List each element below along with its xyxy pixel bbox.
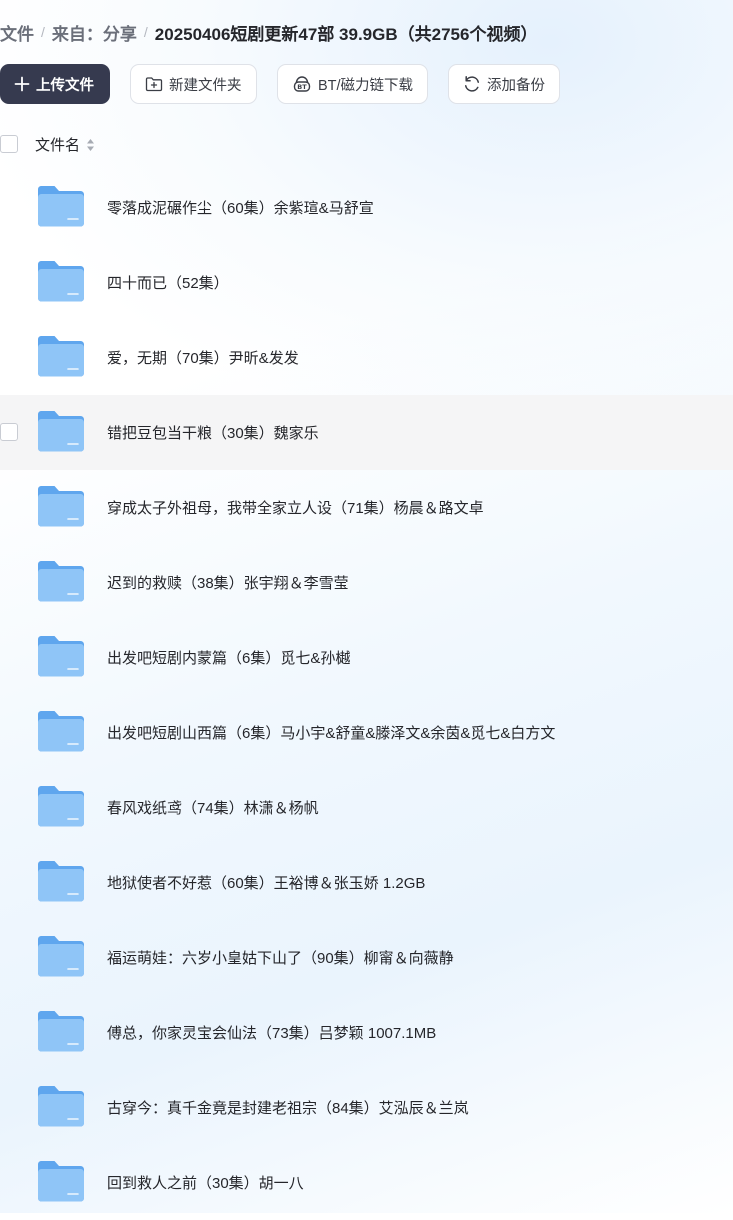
file-row[interactable]: 爱，无期（70集）尹昕&发发 <box>0 320 733 395</box>
breadcrumb: 文件 / 来自：分享 / 20250406短剧更新47部 39.9GB（共275… <box>0 19 537 45</box>
folder-icon <box>38 260 84 302</box>
file-name: 古穿今：真千金竟是封建老祖宗（84集）艾泓辰＆兰岚 <box>107 1100 469 1117</box>
file-row[interactable]: 地狱使者不好惹（60集）王裕博＆张玉娇 1.2GB <box>0 845 733 920</box>
upload-file-button[interactable]: 上传文件 <box>0 64 110 104</box>
breadcrumb-root-link[interactable]: 文件 <box>0 20 34 45</box>
file-name: 零落成泥碾作尘（60集）余紫瑄&马舒宣 <box>107 200 374 217</box>
file-row[interactable]: 穿成太子外祖母，我带全家立人设（71集）杨晨＆路文卓 <box>0 470 733 545</box>
folder-icon <box>38 635 84 677</box>
file-name: 福运萌娃：六岁小皇姑下山了（90集）柳甯＆向薇静 <box>107 950 454 967</box>
add-backup-label: 添加备份 <box>487 77 545 94</box>
file-list: 零落成泥碾作尘（60集）余紫瑄&马舒宣 四十而已（52集） 爱，无期（70集）尹… <box>0 170 733 1220</box>
folder-icon <box>38 1010 84 1052</box>
file-name: 爱，无期（70集）尹昕&发发 <box>107 350 299 367</box>
file-name: 傅总，你家灵宝会仙法（73集）吕梦颖 1007.1MB <box>107 1025 437 1042</box>
file-row[interactable]: 傅总，你家灵宝会仙法（73集）吕梦颖 1007.1MB <box>0 995 733 1070</box>
bt-magnet-download-button[interactable]: BT BT/磁力链下载 <box>277 64 428 104</box>
file-row[interactable]: 错把豆包当干粮（30集）魏家乐 <box>0 395 733 470</box>
breadcrumb-current-folder: 20250406短剧更新47部 39.9GB（共2756个视频） <box>154 24 538 44</box>
add-backup-button[interactable]: 添加备份 <box>448 64 560 104</box>
name-column-label: 文件名 <box>35 137 81 154</box>
row-checkbox[interactable] <box>0 423 18 441</box>
bt-icon: BT <box>292 75 312 93</box>
file-row[interactable]: 福运萌娃：六岁小皇姑下山了（90集）柳甯＆向薇静 <box>0 920 733 995</box>
file-row[interactable]: 古穿今：真千金竟是封建老祖宗（84集）艾泓辰＆兰岚 <box>0 1070 733 1145</box>
folder-icon <box>38 785 84 827</box>
sync-icon <box>463 75 481 93</box>
plus-icon <box>14 76 30 92</box>
toolbar: 上传文件 新建文件夹 BT BT/磁力链下载 添加备份 <box>0 64 560 104</box>
file-name: 出发吧短剧山西篇（6集）马小宇&舒童&滕泽文&余茵&觅七&白方文 <box>107 725 556 742</box>
file-name: 出发吧短剧内蒙篇（6集）觅七&孙樾 <box>107 650 351 667</box>
folder-icon <box>38 860 84 902</box>
new-folder-label: 新建文件夹 <box>169 77 242 94</box>
file-name: 穿成太子外祖母，我带全家立人设（71集）杨晨＆路文卓 <box>107 500 484 517</box>
folder-icon <box>38 1160 84 1202</box>
file-row[interactable]: 出发吧短剧内蒙篇（6集）觅七&孙樾 <box>0 620 733 695</box>
file-name: 迟到的救赎（38集）张宇翔＆李雪莹 <box>107 575 349 592</box>
folder-icon <box>38 335 84 377</box>
file-name: 春风戏纸鸢（74集）林潇＆杨帆 <box>107 800 319 817</box>
file-list-header: 文件名 <box>0 132 733 156</box>
upload-file-label: 上传文件 <box>36 77 94 94</box>
breadcrumb-shared-link[interactable]: 来自：分享 <box>52 20 137 45</box>
file-row[interactable]: 四十而已（52集） <box>0 245 733 320</box>
folder-icon <box>38 485 84 527</box>
file-row[interactable]: 迟到的救赎（38集）张宇翔＆李雪莹 <box>0 545 733 620</box>
file-row[interactable]: 回到救人之前（30集）胡一八 <box>0 1145 733 1220</box>
folder-icon <box>38 560 84 602</box>
svg-text:BT: BT <box>297 83 307 91</box>
name-column-header[interactable]: 文件名 <box>35 134 95 155</box>
file-row[interactable]: 零落成泥碾作尘（60集）余紫瑄&马舒宣 <box>0 170 733 245</box>
new-folder-button[interactable]: 新建文件夹 <box>130 64 257 104</box>
sort-icon <box>86 138 95 152</box>
select-all-checkbox[interactable] <box>0 135 18 153</box>
file-row[interactable]: 春风戏纸鸢（74集）林潇＆杨帆 <box>0 770 733 845</box>
folder-icon <box>38 935 84 977</box>
file-row[interactable]: 出发吧短剧山西篇（6集）马小宇&舒童&滕泽文&余茵&觅七&白方文 <box>0 695 733 770</box>
folder-icon <box>38 410 84 452</box>
breadcrumb-separator: / <box>41 24 45 40</box>
file-name: 地狱使者不好惹（60集）王裕博＆张玉娇 1.2GB <box>107 875 426 892</box>
file-name: 回到救人之前（30集）胡一八 <box>107 1175 304 1192</box>
folder-icon <box>38 185 84 227</box>
folder-icon <box>38 1085 84 1127</box>
file-name: 四十而已（52集） <box>107 275 229 292</box>
file-name: 错把豆包当干粮（30集）魏家乐 <box>107 425 319 442</box>
new-folder-icon <box>145 76 163 92</box>
breadcrumb-separator: / <box>143 24 148 40</box>
bt-magnet-download-label: BT/磁力链下载 <box>318 77 414 94</box>
folder-icon <box>38 710 84 752</box>
